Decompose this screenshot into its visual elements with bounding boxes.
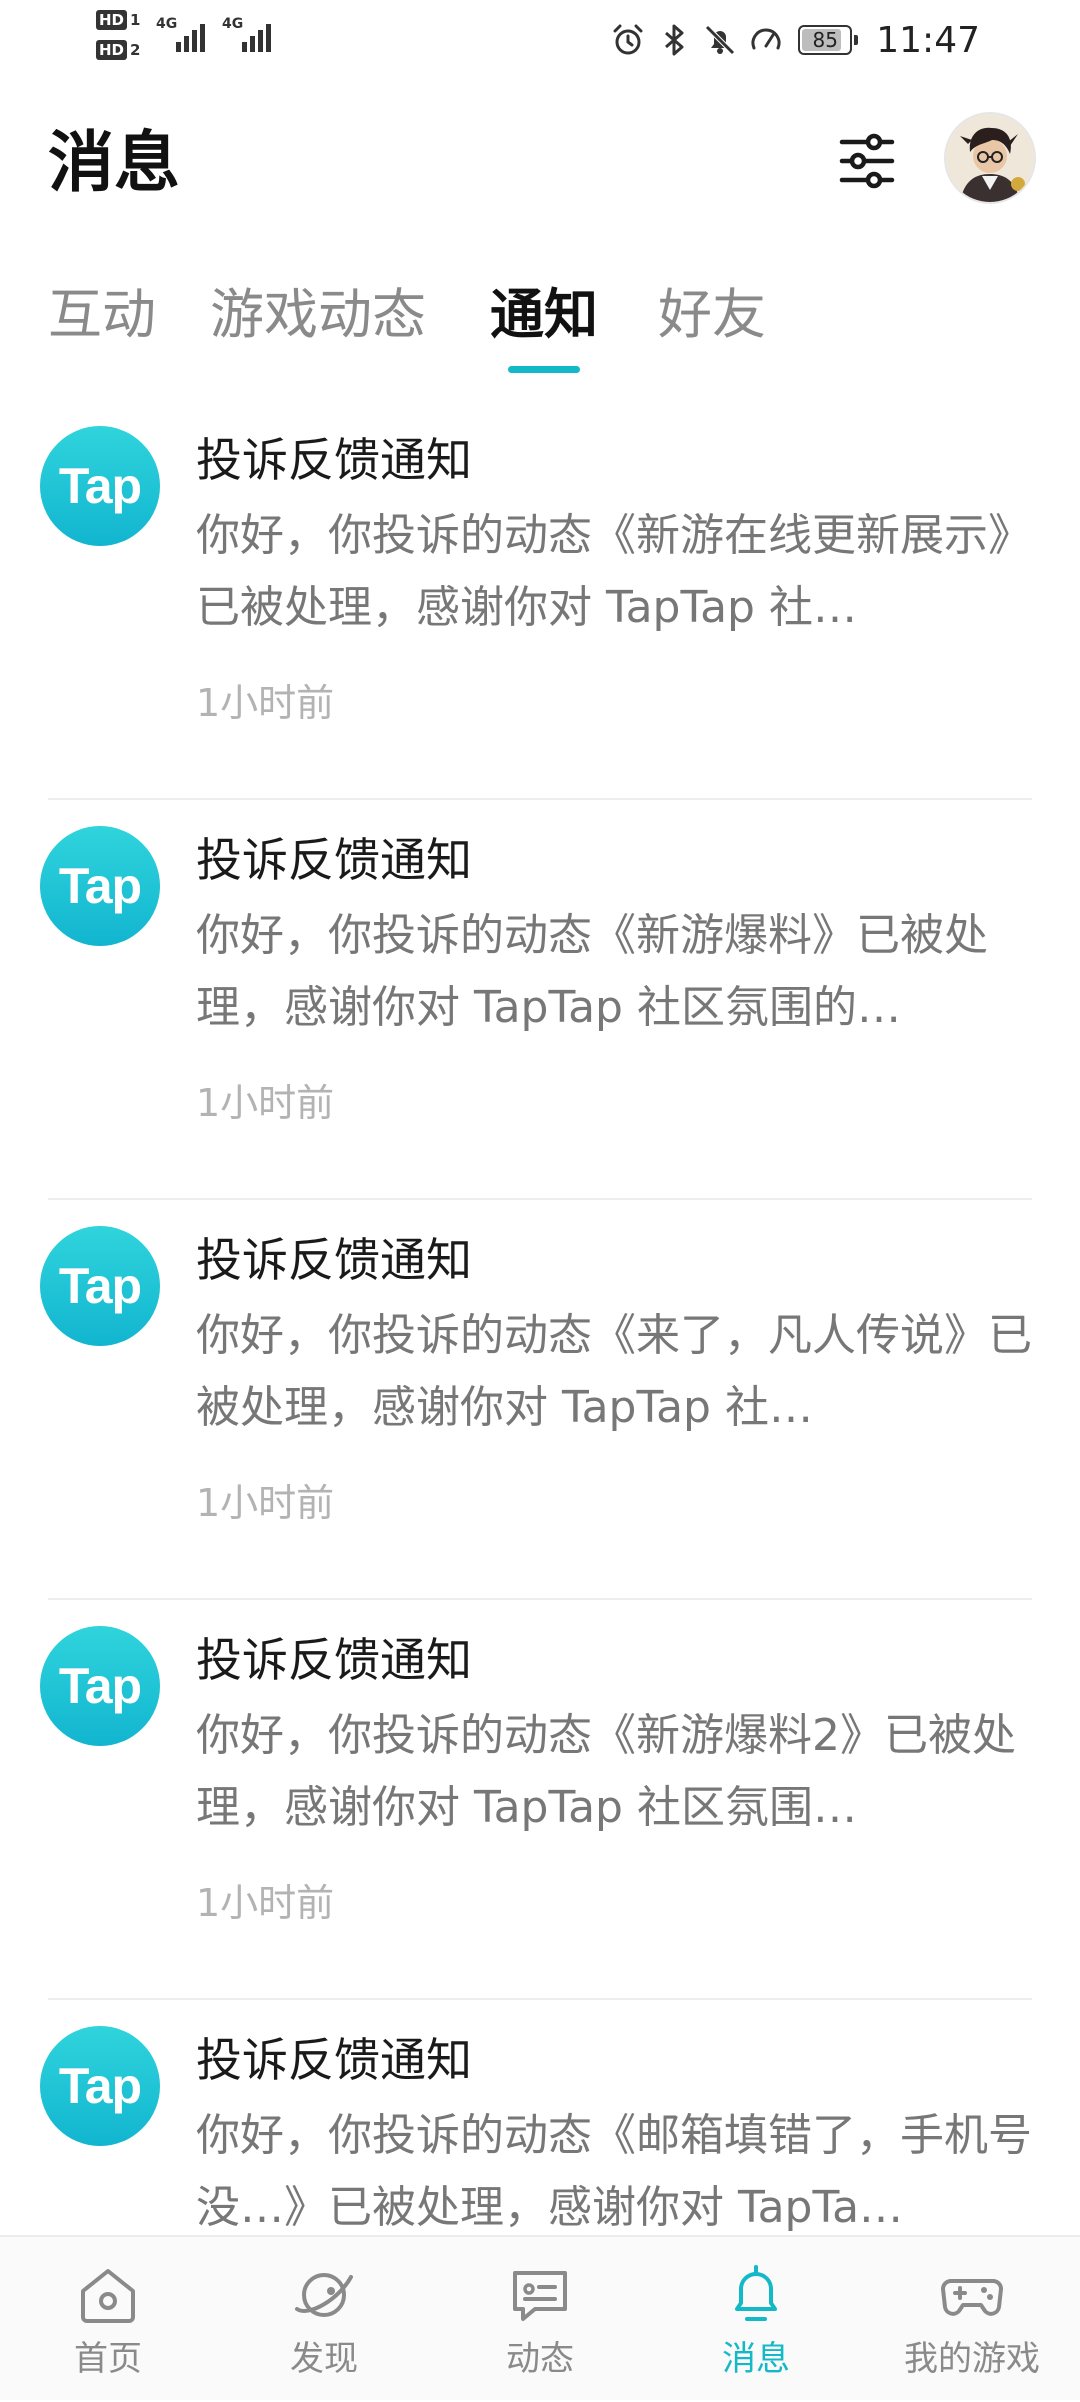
notification-title: 投诉反馈通知 <box>196 833 472 887</box>
page-title: 消息 <box>48 124 180 201</box>
logo-text: Tap <box>58 2058 142 2114</box>
notification-title: 投诉反馈通知 <box>196 2033 472 2087</box>
list-item[interactable]: Tap 投诉反馈通知 你好，你投诉的动态《来了，凡人传说》已被处理，感谢你对 T… <box>0 1200 1080 1600</box>
list-item[interactable]: Tap 投诉反馈通知 你好，你投诉的动态《新游爆料》已被处理，感谢你对 TapT… <box>0 800 1080 1200</box>
mute-bell-icon <box>705 25 736 55</box>
list-item[interactable]: Tap 投诉反馈通知 你好，你投诉的动态《新游爆料2》已被处理，感谢你对 Tap… <box>0 1600 1080 2000</box>
bluetooth-icon <box>665 24 684 56</box>
user-avatar[interactable] <box>946 114 1034 202</box>
notification-time: 1小时前 <box>196 681 335 725</box>
nav-feed-label: 动态 <box>506 2339 574 2379</box>
taptap-logo-icon: Tap <box>40 1626 160 1746</box>
notification-time: 1小时前 <box>196 1081 335 1125</box>
nav-messages-label: 消息 <box>722 2339 790 2379</box>
sim1-hd-badge: HD 1 <box>96 8 146 32</box>
notification-body: 你好，你投诉的动态《新游在线更新展示》已被处理，感谢你对 TapTap 社… <box>196 510 1032 633</box>
sim-indicators: HD 1 HD 2 <box>96 8 146 70</box>
nav-feed[interactable]: 动态 <box>432 2237 648 2402</box>
notification-list: Tap 投诉反馈通知 你好，你投诉的动态《新游在线更新展示》已被处理，感谢你对 … <box>0 400 1080 2235</box>
gamepad-icon <box>941 2279 1003 2316</box>
alarm-icon <box>613 24 643 55</box>
bell-icon <box>735 2265 777 2321</box>
notification-body: 你好，你投诉的动态《新游爆料2》已被处理，感谢你对 TapTap 社区氛围… <box>196 1710 1016 1833</box>
notification-title: 投诉反馈通知 <box>196 1233 472 1287</box>
notification-body: 你好，你投诉的动态《新游爆料》已被处理，感谢你对 TapTap 社区氛围的… <box>196 910 988 1033</box>
taptap-logo-icon: Tap <box>40 2026 160 2146</box>
signal-2-icon: 4G <box>222 16 284 56</box>
nav-my-games-label: 我的游戏 <box>904 2339 1040 2379</box>
notification-time: 1小时前 <box>196 1881 335 1925</box>
clock: 11:47 <box>876 19 980 61</box>
sim1-index: 1 <box>130 11 141 29</box>
tab-interaction[interactable]: 互动 <box>48 278 156 352</box>
sim2-hd-label: HD <box>96 40 128 60</box>
discover-icon <box>295 2273 353 2317</box>
nav-messages[interactable]: 消息 <box>648 2237 864 2402</box>
sim2-hd-badge: HD 2 <box>96 38 146 62</box>
battery-icon: 85 <box>798 25 859 55</box>
notification-body: 你好，你投诉的动态《邮箱填错了，手机号没…》已被处理，感谢你对 TapTa… <box>196 2110 1032 2233</box>
logo-text: Tap <box>58 458 142 514</box>
list-item[interactable]: Tap 投诉反馈通知 你好，你投诉的动态《邮箱填错了，手机号没…》已被处理，感谢… <box>0 2000 1080 2235</box>
home-icon <box>81 2269 135 2323</box>
nav-discover-label: 发现 <box>290 2339 358 2379</box>
nav-discover[interactable]: 发现 <box>216 2237 432 2402</box>
nav-my-games[interactable]: 我的游戏 <box>864 2237 1080 2402</box>
logo-text: Tap <box>58 858 142 914</box>
feed-icon <box>513 2271 567 2321</box>
status-bar: HD 1 HD 2 4G 4G 85 11:47 <box>0 0 1080 80</box>
taptap-logo-icon: Tap <box>40 426 160 546</box>
logo-text: Tap <box>58 1258 142 1314</box>
tab-game-updates[interactable]: 游戏动态 <box>210 278 426 352</box>
filter-settings-button[interactable] <box>832 126 902 196</box>
speedometer-icon <box>751 28 781 50</box>
bottom-navigation: 首页 发现 动态 消息 我的游戏 <box>0 2235 1080 2400</box>
taptap-logo-icon: Tap <box>40 1226 160 1346</box>
battery-percent: 85 <box>812 28 838 52</box>
list-item[interactable]: Tap 投诉反馈通知 你好，你投诉的动态《新游在线更新展示》已被处理，感谢你对 … <box>0 400 1080 800</box>
tab-friends[interactable]: 好友 <box>658 278 766 352</box>
taptap-logo-icon: Tap <box>40 826 160 946</box>
sim1-hd-label: HD <box>96 10 128 30</box>
nav-home[interactable]: 首页 <box>0 2237 216 2402</box>
sim2-index: 2 <box>130 41 141 59</box>
notification-time: 1小时前 <box>196 1481 335 1525</box>
signal-1-icon: 4G <box>156 16 218 56</box>
notification-title: 投诉反馈通知 <box>196 1633 472 1687</box>
nav-home-label: 首页 <box>74 2339 142 2379</box>
notification-title: 投诉反馈通知 <box>196 433 472 487</box>
avatar-image <box>946 114 1034 202</box>
active-tab-indicator <box>508 366 580 373</box>
notification-body: 你好，你投诉的动态《来了，凡人传说》已被处理，感谢你对 TapTap 社… <box>196 1310 1032 1433</box>
status-right-group: 85 11:47 <box>610 14 980 66</box>
tab-notifications[interactable]: 通知 <box>490 278 598 352</box>
logo-text: Tap <box>58 1658 142 1714</box>
sliders-icon <box>839 133 895 189</box>
